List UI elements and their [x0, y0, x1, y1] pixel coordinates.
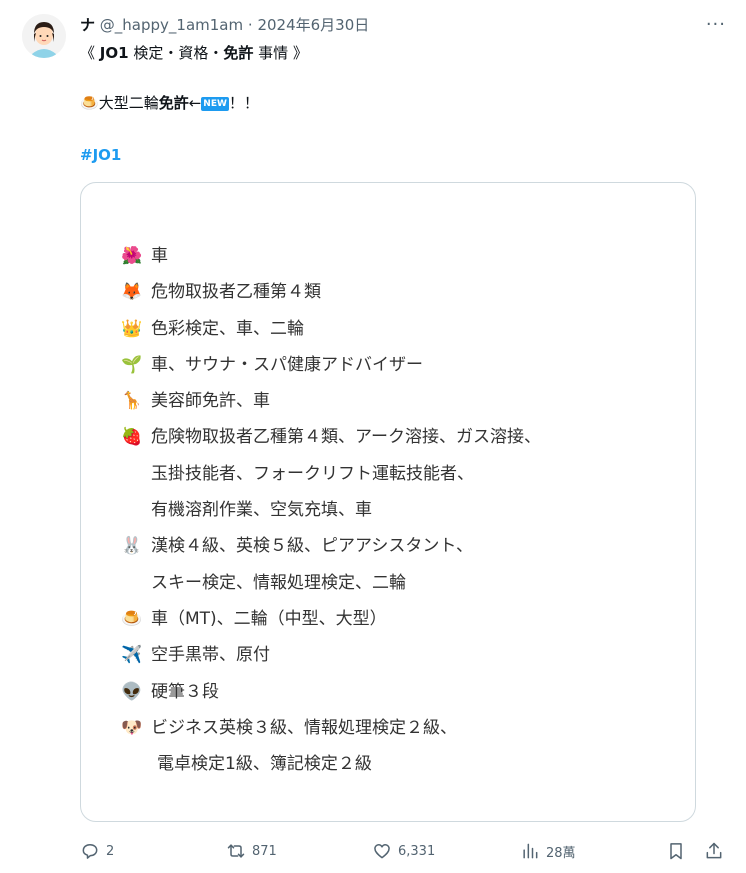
tweet-header: ナ @_happy_1am1am · 2024年6月30日 [80, 14, 369, 36]
like-button[interactable]: 6,331 [372, 836, 435, 866]
bar-chart-icon [523, 843, 538, 859]
card-line-text: 硬筆３段 [151, 681, 219, 702]
card-line-text: 危険物取扱者乙種第４類、アーク溶接、ガス溶接、 [151, 427, 541, 448]
pudding-emoji: 🍮 [80, 94, 99, 112]
card-line-text: 車（MT)、二輪（中型、大型） [151, 608, 387, 629]
card-line-text: 漢検４級、英検５級、ピアアシスタント、 [151, 536, 473, 557]
card-line: 👽 硬筆３段 [121, 674, 541, 710]
card-text-lines: 🌺 車 🦊 危物取扱者乙種第４類 👑 色彩検定、車、二輪 🌱 車、サウナ・スパ健康アドバ… [121, 238, 541, 782]
line1-mid: 検定・資格・ [128, 44, 224, 62]
card-line: 🐰 漢検４級、英検５級、ピアアシスタント、 [121, 528, 541, 564]
card-line: 🌱 車、サウナ・スパ健康アドバイザー [121, 347, 541, 383]
line1-suffix: 事情 》 [253, 44, 308, 62]
tweet-text-line-1: 《 JO1 検定・資格・免許 事情 》 [80, 42, 308, 64]
card-line-text: 危物取扱者乙種第４類 [151, 282, 321, 303]
card-line-text: 有機溶剤作業、空気充填、車 [151, 500, 372, 521]
repost-count: 871 [252, 843, 277, 859]
strawberry-icon: 🍓 [121, 427, 143, 448]
line2-text: 大型二輪 [98, 94, 159, 112]
alien-icon: 👽 [121, 681, 143, 702]
heart-icon [374, 844, 390, 859]
attached-image-card[interactable]: 🌺 車 🦊 危物取扱者乙種第４類 👑 色彩検定、車、二輪 🌱 車、サウナ・スパ健康アドバ… [80, 182, 696, 822]
card-line-text: 玉掛技能者、フォークリフト運転技能者、 [151, 463, 474, 484]
header-separator: · [247, 16, 253, 34]
hashtag-link[interactable]: #JO1 [80, 144, 121, 166]
card-line: 🍮 車（MT)、二輪（中型、大型） [121, 601, 541, 637]
card-line: 👑 色彩検定、車、二輪 [121, 311, 541, 347]
repost-button[interactable]: 871 [226, 836, 277, 866]
card-line: 🍓 危険物取扱者乙種第４類、アーク溶接、ガス溶接、 [121, 419, 541, 455]
bookmark-button[interactable] [666, 836, 692, 866]
card-line-text: 車、サウナ・スパ健康アドバイザー [151, 354, 423, 375]
card-line-text: 電卓検定1級、簿記検定２級 [157, 754, 372, 775]
card-line: 電卓検定1級、簿記検定２級 [121, 746, 541, 782]
views-button[interactable]: 28萬 [520, 836, 576, 866]
card-line: 🐶 ビジネス英検３級、情報処理検定２級、 [121, 710, 541, 746]
avatar[interactable] [22, 14, 66, 58]
card-line: ✈️ 空手黒帯、原付 [121, 637, 541, 673]
rabbit-icon: 🐰 [121, 536, 143, 557]
tweet-text-line-2: 🍮大型二輪免許← NEW！！ [80, 92, 259, 114]
card-line-text: 車 [151, 246, 168, 266]
card-line-text: スキー検定、情報処理検定、二輪 [151, 572, 406, 593]
line1-bold: 免許 [223, 44, 254, 62]
hibiscus-icon: 🌺 [121, 246, 143, 266]
pudding-icon: 🍮 [121, 608, 143, 629]
reply-button[interactable]: 2 [80, 836, 114, 866]
card-line: 🌺 車 [121, 238, 541, 274]
reply-count: 2 [106, 843, 115, 859]
crown-icon: 👑 [121, 318, 143, 339]
line1-jo1: JO1 [99, 44, 129, 62]
action-bar: 2 871 6,331 28萬 [80, 836, 730, 866]
line2-bold: 免許 [158, 94, 189, 112]
avatar-illustration [22, 14, 66, 58]
share-button[interactable] [704, 836, 730, 866]
new-badge-icon: NEW [201, 97, 229, 111]
repost-arrows-icon [227, 844, 245, 858]
card-line: 🦊 危物取扱者乙種第４類 [121, 274, 541, 310]
tweet-date[interactable]: 2024年6月30日 [257, 16, 369, 34]
speech-bubble-icon [82, 844, 98, 859]
fox-icon: 🦊 [121, 282, 143, 303]
like-count: 6,331 [398, 843, 436, 859]
card-line-text: 美容師免許、車 [151, 391, 270, 412]
line2-arrow: ← [188, 94, 202, 112]
giraffe-icon: 🦒 [121, 391, 143, 412]
card-line-text: ビジネス英検３級、情報処理検定２級、 [151, 717, 457, 738]
card-line-text: 色彩検定、車、二輪 [151, 318, 304, 339]
line2-end: ！！ [228, 94, 259, 112]
bookmark-icon [670, 843, 682, 860]
seedling-icon: 🌱 [121, 354, 143, 375]
airplane-icon: ✈️ [121, 645, 143, 666]
more-options-icon[interactable]: ··· [706, 14, 726, 36]
share-upload-icon [706, 842, 722, 859]
user-handle[interactable]: @_happy_1am1am [100, 16, 243, 34]
views-count: 28萬 [546, 845, 576, 861]
display-name[interactable]: ナ [80, 16, 95, 34]
card-line: スキー検定、情報処理検定、二輪 [121, 565, 541, 601]
card-line: 🦒 美容師免許、車 [121, 383, 541, 419]
dog-icon: 🐶 [121, 717, 143, 738]
line1-prefix: 《 [80, 44, 100, 62]
card-line: 有機溶剤作業、空気充填、車 [121, 492, 541, 528]
card-line-text: 空手黒帯、原付 [151, 645, 270, 666]
card-line: 玉掛技能者、フォークリフト運転技能者、 [121, 456, 541, 492]
